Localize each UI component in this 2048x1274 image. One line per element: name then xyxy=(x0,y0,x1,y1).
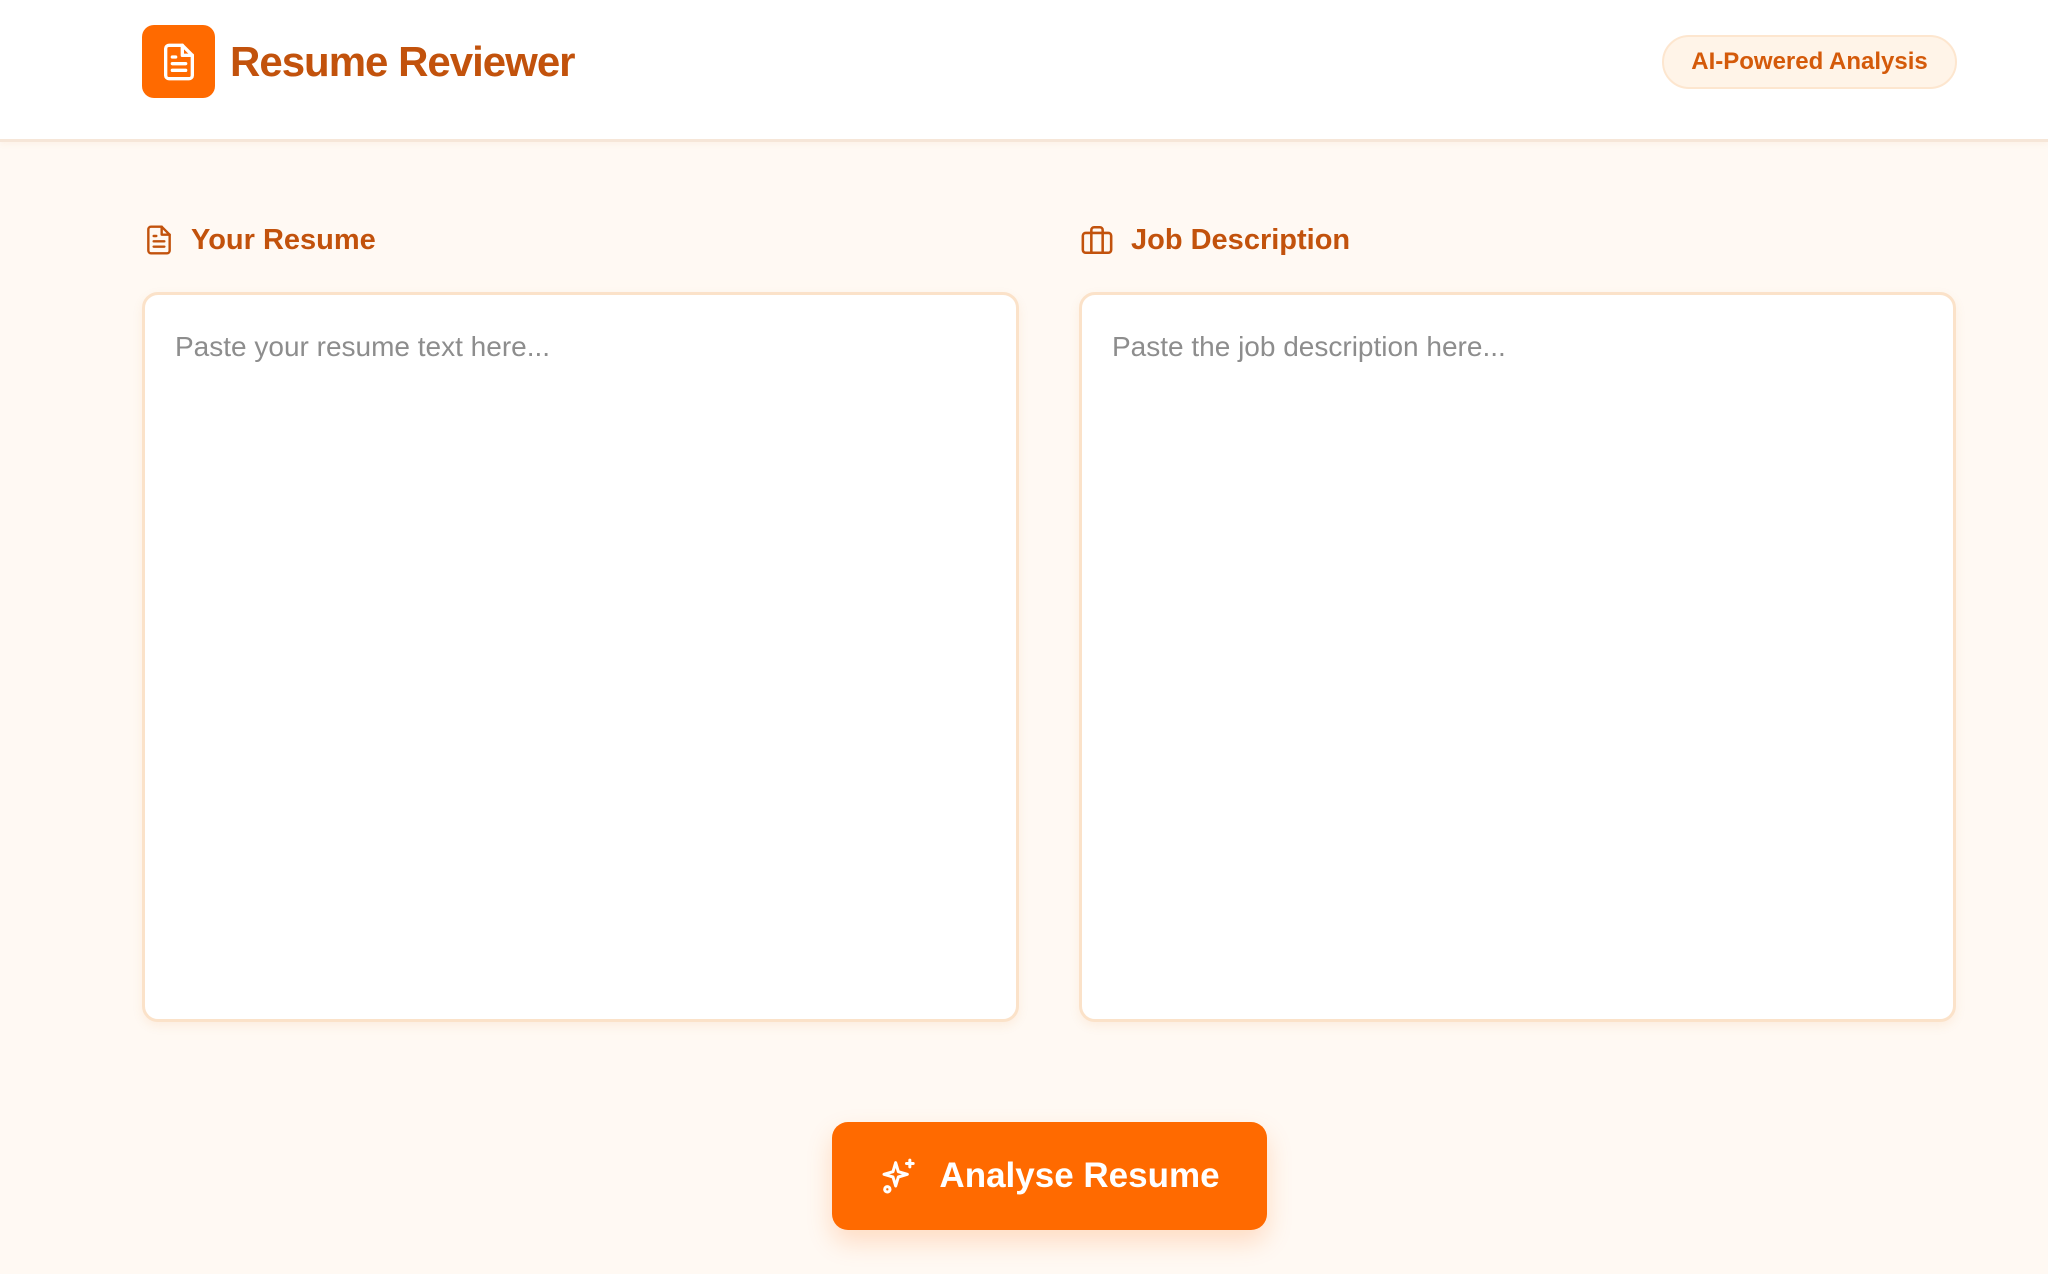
analyse-resume-button[interactable]: Analyse Resume xyxy=(832,1122,1267,1230)
job-label-text: Job Description xyxy=(1131,223,1351,256)
resume-panel xyxy=(142,292,1019,1022)
document-icon xyxy=(159,42,199,82)
briefcase-icon xyxy=(1079,223,1115,257)
resume-textarea[interactable] xyxy=(145,295,1016,1019)
resume-label-text: Your Resume xyxy=(191,223,376,256)
app-title: Resume Reviewer xyxy=(230,38,576,85)
ai-powered-badge: AI-Powered Analysis xyxy=(1662,35,1957,89)
job-section-label: Job Description xyxy=(1079,218,1350,262)
app-header: Resume Reviewer AI-Powered Analysis xyxy=(0,0,2048,142)
document-icon xyxy=(143,222,175,258)
job-description-textarea[interactable] xyxy=(1082,295,1953,1019)
analyse-button-label: Analyse Resume xyxy=(939,1156,1220,1195)
app-logo xyxy=(142,25,215,98)
sparkles-icon xyxy=(879,1156,919,1196)
resume-section-label: Your Resume xyxy=(143,218,376,262)
job-panel xyxy=(1079,292,1956,1022)
